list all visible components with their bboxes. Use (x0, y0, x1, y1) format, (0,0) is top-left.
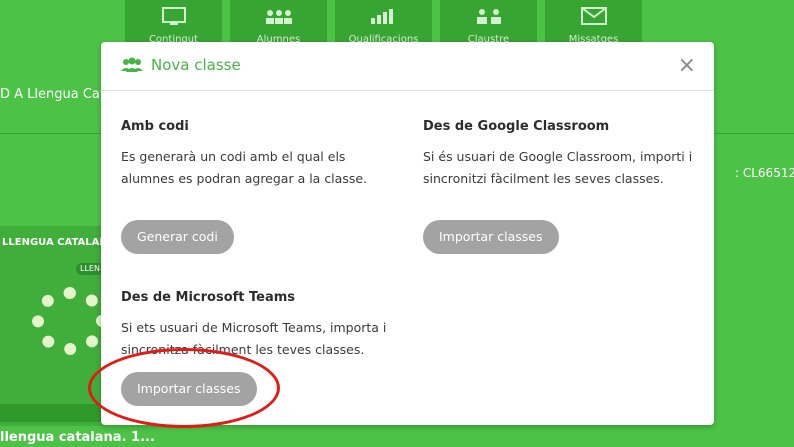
book-cover-illustration (32, 287, 108, 355)
section-google-classroom: Des de Google Classroom Si és usuari de … (423, 119, 713, 190)
nav-item-alumnes[interactable]: Alumnes (230, 0, 327, 45)
modal-header: Nova classe × (101, 42, 714, 91)
envelope-icon (580, 7, 607, 25)
bar-chart-icon (370, 9, 393, 24)
background-class-name-bottom[interactable]: llengua catalana. 1... (0, 430, 155, 445)
section-code: Amb codi Es generarà un codi amb el qual… (121, 119, 411, 190)
red-highlight-ellipse (88, 348, 280, 428)
background-class-name[interactable]: D A Llengua Cat (0, 87, 105, 102)
top-navigation: Contingut Alumnes Qualificacions Claustr… (125, 0, 670, 45)
section-description: Es generarà un codi amb el qual els alum… (121, 149, 368, 186)
nav-item-contingut[interactable]: Contingut (125, 0, 222, 45)
teachers-icon (476, 9, 501, 24)
section-heading: Amb codi (121, 119, 189, 134)
nav-item-missatges[interactable]: Missatges (545, 0, 642, 45)
close-icon[interactable]: × (678, 55, 696, 77)
import-google-classes-button[interactable]: Importar classes (423, 220, 559, 254)
students-icon (265, 10, 292, 24)
section-heading: Des de Microsoft Teams (121, 290, 296, 305)
monitor-icon (161, 7, 186, 25)
background-book-footer (0, 404, 104, 422)
modal-title: Nova classe (121, 56, 241, 74)
section-heading: Des de Google Classroom (423, 119, 610, 134)
section-description: Si és usuari de Google Classroom, import… (423, 149, 693, 186)
background-class-code: : CL665126 (735, 166, 794, 180)
nav-item-claustre[interactable]: Claustre (440, 0, 537, 45)
users-group-icon (121, 57, 143, 72)
background-book-title: LLENGUA CATALANA (2, 237, 116, 248)
generate-code-button[interactable]: Generar codi (121, 220, 234, 254)
modal-title-text: Nova classe (151, 56, 241, 74)
background-book-tag: LLEN (76, 263, 104, 275)
nav-item-qualificacions[interactable]: Qualificacions (335, 0, 432, 45)
